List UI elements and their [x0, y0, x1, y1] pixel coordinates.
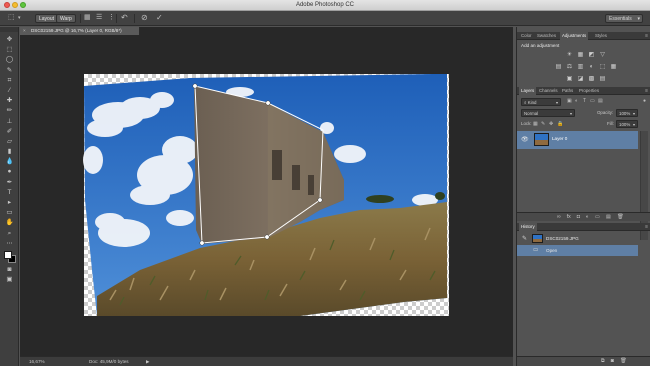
adjustments-tabbar: Color Swatches Adjustments Styles ≡ — [517, 32, 650, 40]
chevron-down-icon: ▾ — [555, 100, 558, 105]
channel-mixer-icon[interactable]: ⬚ — [599, 63, 607, 71]
chevron-down-icon: ▾ — [632, 122, 635, 127]
filter-pixel-icon[interactable]: ▣ — [567, 97, 572, 105]
right-panel-dock: Color Swatches Adjustments Styles ≡ Add … — [516, 27, 650, 366]
history-footer: ⧉ ◙ 🗑 — [517, 356, 650, 366]
history-state-row[interactable]: ▭ Open — [517, 245, 638, 256]
black-white-icon[interactable]: ▥ — [577, 63, 585, 71]
posterize-icon[interactable]: ◪ — [577, 75, 585, 83]
history-state-name: Open — [546, 248, 558, 253]
levels-icon[interactable]: ▦ — [577, 51, 585, 59]
layer-filter-select[interactable]: ⌕ Kind ▾ — [521, 98, 561, 106]
layers-tabbar: Layers Channels Paths Properties ≡ — [517, 87, 650, 95]
new-document-from-state-icon[interactable]: ⧉ — [601, 357, 605, 366]
chevron-down-icon: ▾ — [632, 111, 635, 116]
blend-mode-select[interactable]: Normal ▾ — [521, 109, 575, 117]
new-group-icon[interactable]: ▭ — [595, 213, 600, 222]
new-layer-icon[interactable]: ▤ — [606, 213, 611, 222]
lock-position-icon[interactable]: ✥ — [549, 120, 553, 128]
trash-icon[interactable]: 🗑 — [617, 213, 624, 222]
history-snapshot-row[interactable]: ✎ DSC02159.JPG — [517, 233, 638, 244]
lock-all-icon[interactable]: 🔒 — [557, 120, 563, 128]
photoshop-window: Adobe Photoshop CC ⬚ ▾ Layout Warp ▦ ☰ ⋮… — [0, 0, 650, 366]
tab-paths[interactable]: Paths — [560, 87, 575, 95]
lock-transparent-icon[interactable]: ▦ — [533, 120, 538, 128]
link-layers-icon[interactable]: ∞ — [557, 213, 561, 222]
tab-history[interactable]: History — [519, 223, 537, 231]
photo-filter-icon[interactable]: ◐ — [588, 63, 596, 71]
snapshot-name: DSC02159.JPG — [546, 236, 579, 241]
fill-value: 100% — [619, 122, 631, 127]
tab-adjustments[interactable]: Adjustments — [560, 32, 589, 40]
layer-filter-value: Kind — [527, 100, 537, 105]
filter-toggle-icon[interactable]: ● — [643, 97, 646, 105]
layer-row[interactable]: 👁 Layer 0 — [517, 131, 638, 149]
filter-shape-icon[interactable]: ▭ — [590, 97, 595, 105]
opacity-label: Opacity: — [597, 110, 614, 115]
history-tabbar: History ≡ — [517, 223, 650, 231]
adjustment-icons: ☀ ▦ ◩ ▽ ▤ ⚖ ▥ ◐ ⬚ ▦ ▣ ◪ ▩ ▤ — [539, 51, 633, 87]
trash-icon[interactable]: 🗑 — [620, 357, 627, 366]
blend-mode-value: Normal — [524, 111, 539, 116]
filter-type-icon[interactable]: T — [583, 97, 586, 105]
tab-color[interactable]: Color — [519, 32, 534, 40]
tab-properties[interactable]: Properties — [577, 87, 601, 95]
history-brush-source-icon[interactable]: ✎ — [522, 235, 527, 242]
tab-styles[interactable]: Styles — [593, 32, 609, 40]
layer-style-icon[interactable]: fx — [567, 213, 571, 222]
eye-icon[interactable]: 👁 — [521, 136, 529, 143]
gradient-map-icon[interactable]: ▤ — [599, 75, 607, 83]
new-adjustment-layer-icon[interactable]: ◐ — [586, 213, 589, 222]
camera-icon[interactable]: ◙ — [611, 357, 614, 366]
panel-menu-icon[interactable]: ≡ — [645, 32, 648, 40]
hue-saturation-icon[interactable]: ▤ — [555, 63, 563, 71]
panel-menu-icon[interactable]: ≡ — [645, 87, 648, 95]
color-lookup-icon[interactable]: ▦ — [610, 63, 618, 71]
filter-smart-object-icon[interactable]: ▤ — [598, 97, 603, 105]
lock-image-icon[interactable]: ✎ — [541, 120, 545, 128]
color-balance-icon[interactable]: ⚖ — [566, 63, 574, 71]
lock-label: Lock: — [521, 121, 532, 126]
open-document-icon: ▭ — [533, 247, 539, 253]
fill-label: Fill: — [607, 121, 614, 126]
tab-swatches[interactable]: Swatches — [535, 32, 558, 40]
chevron-down-icon: ▾ — [569, 111, 572, 116]
tab-layers[interactable]: Layers — [519, 87, 537, 95]
opacity-value: 100% — [619, 111, 631, 116]
opacity-field[interactable]: 100% ▾ — [616, 109, 638, 117]
add-mask-icon[interactable]: ◘ — [577, 213, 580, 222]
brightness-contrast-icon[interactable]: ☀ — [566, 51, 574, 59]
layer-name[interactable]: Layer 0 — [552, 136, 567, 141]
panel-menu-icon[interactable]: ≡ — [645, 223, 648, 231]
invert-icon[interactable]: ▣ — [566, 75, 574, 83]
foreground-color-swatch[interactable] — [4, 250, 12, 259]
curves-icon[interactable]: ◩ — [588, 51, 596, 59]
vibrance-icon[interactable]: ▽ — [599, 51, 607, 59]
snapshot-thumbnail — [532, 234, 543, 243]
filter-adjustment-icon[interactable]: ◐ — [575, 97, 578, 105]
tab-channels[interactable]: Channels — [537, 87, 560, 95]
adjustments-heading: Add an adjustment — [521, 43, 560, 48]
threshold-icon[interactable]: ▩ — [588, 75, 596, 83]
fill-field[interactable]: 100% ▾ — [616, 120, 638, 128]
layer-thumbnail — [534, 133, 549, 146]
layers-footer: ∞ fx ◘ ◐ ▭ ▤ 🗑 — [517, 212, 650, 221]
